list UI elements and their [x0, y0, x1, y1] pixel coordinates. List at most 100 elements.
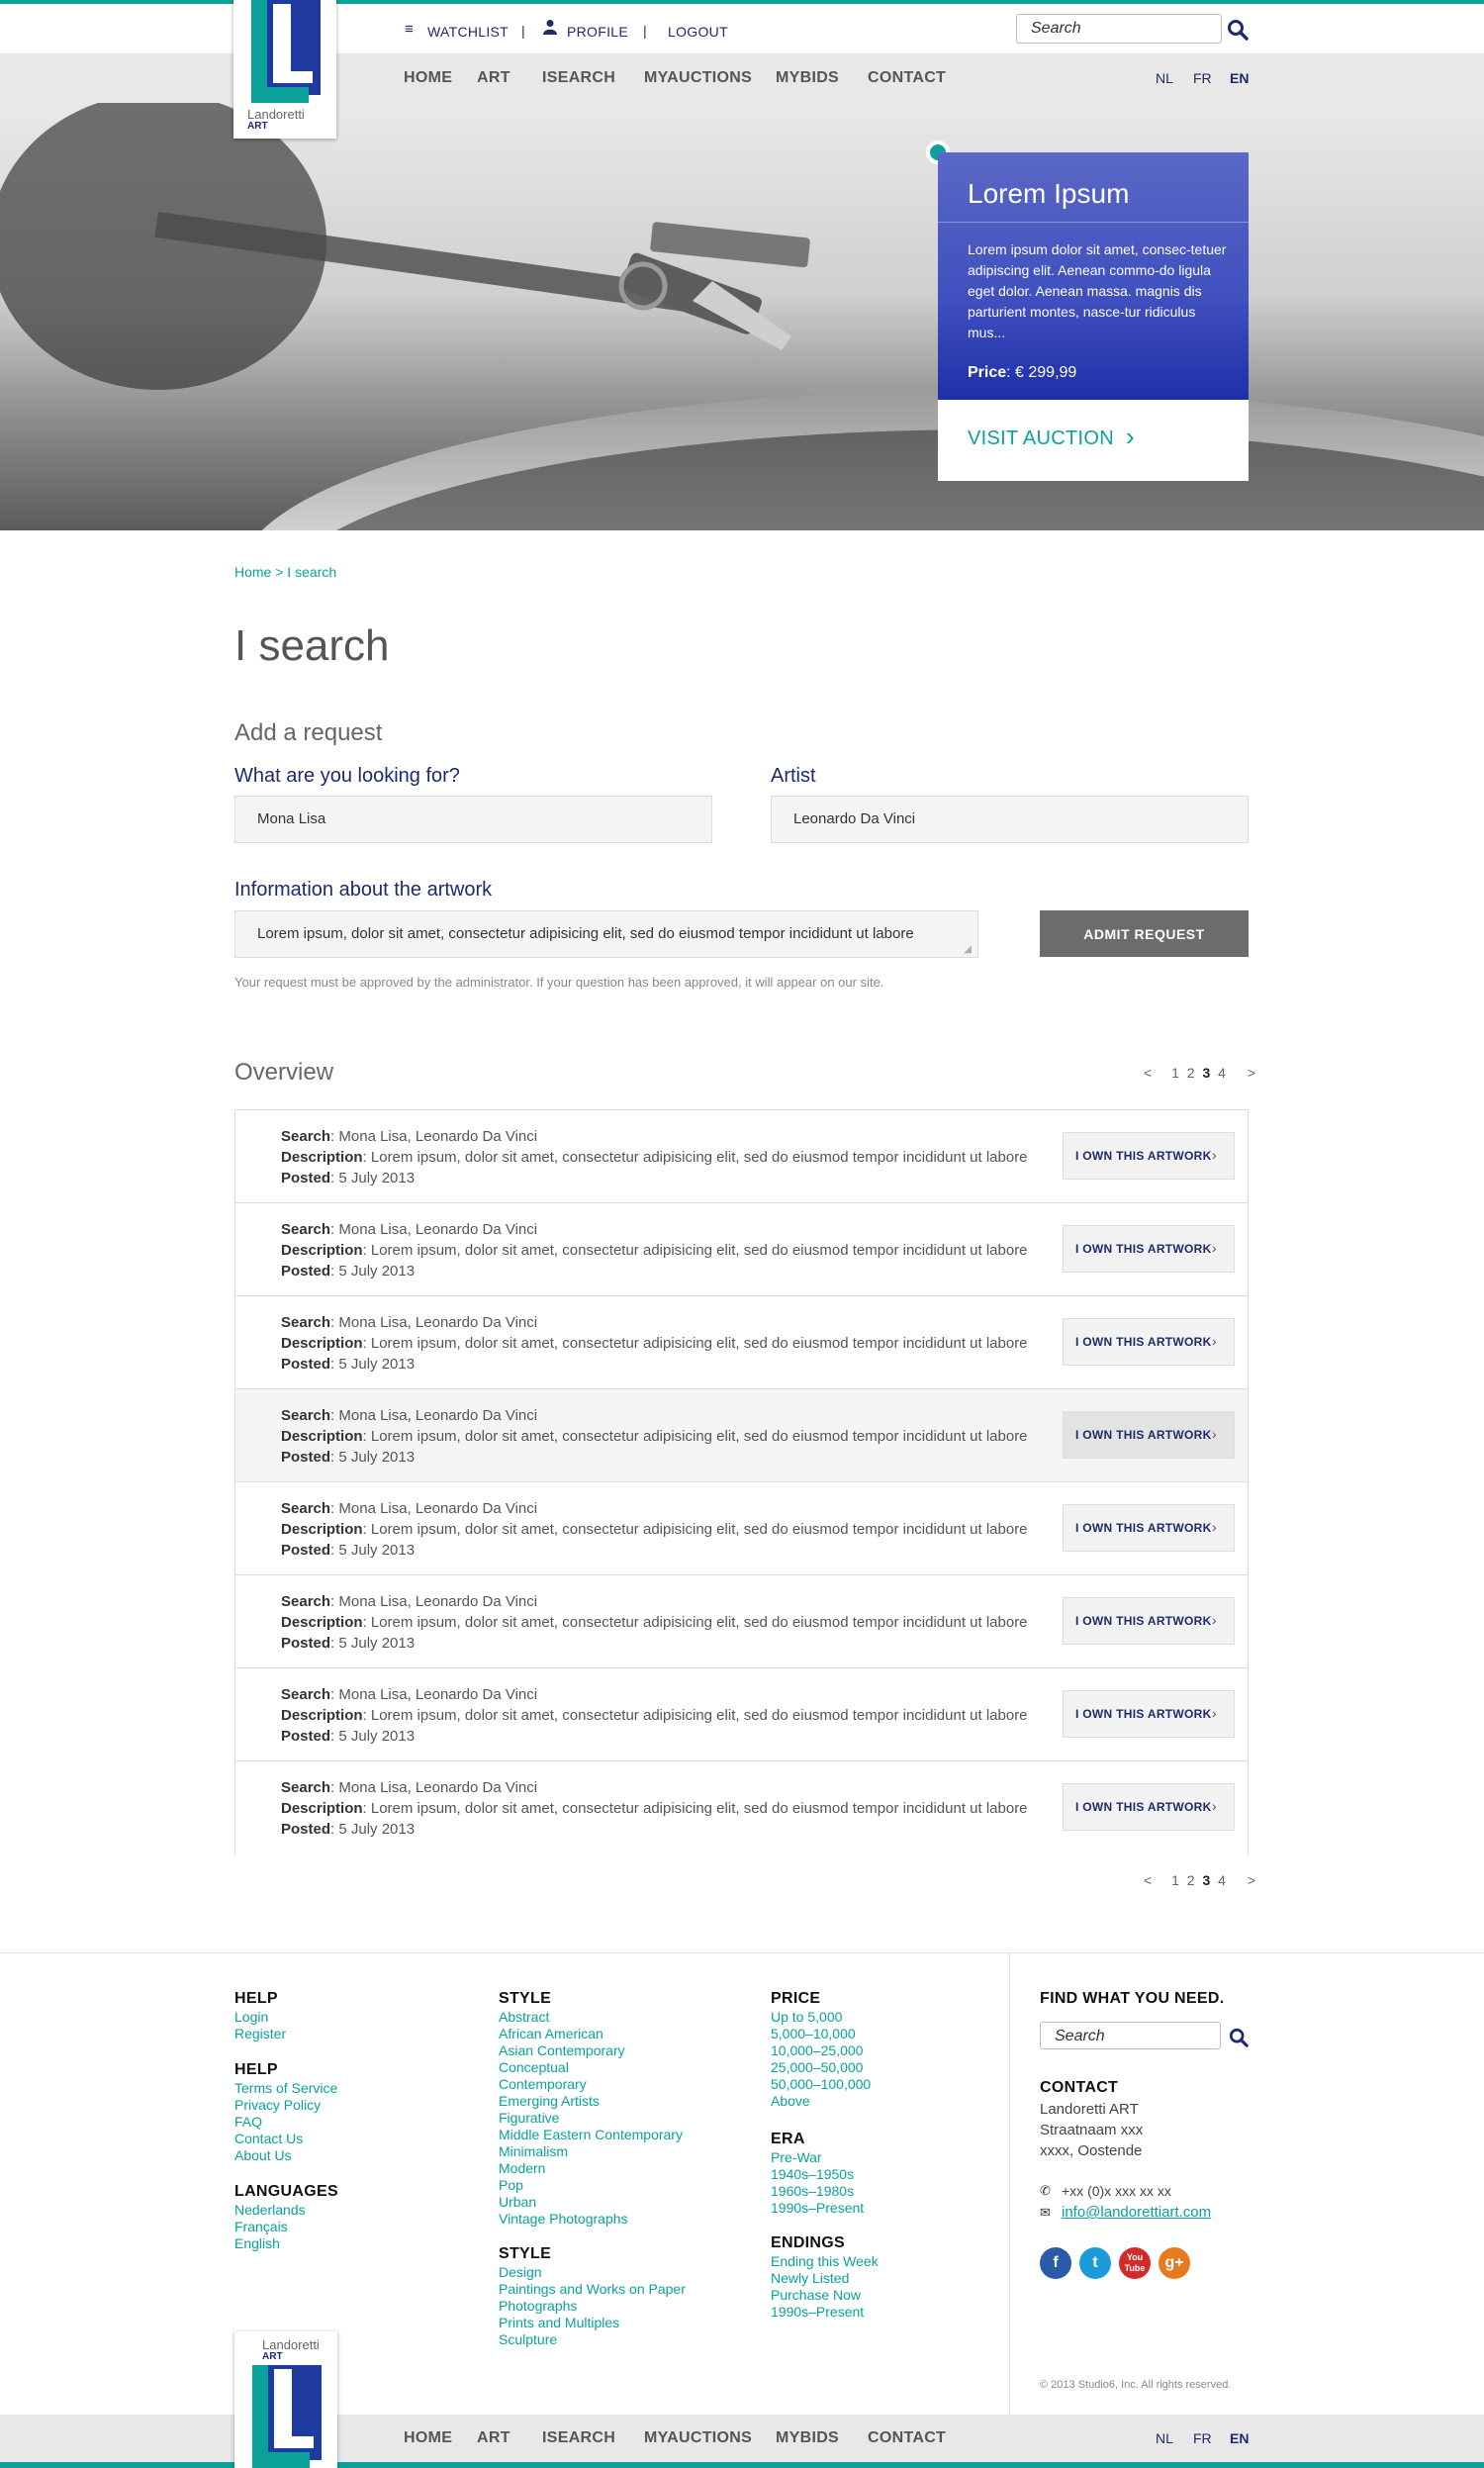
admit-request-button[interactable]: ADMIT REQUEST	[1040, 910, 1249, 957]
nav-isearch[interactable]: ISEARCH	[542, 2429, 615, 2447]
nav-home[interactable]: HOME	[404, 2429, 452, 2447]
footer-link[interactable]: 1960s–1980s	[771, 2183, 864, 2200]
pager-next[interactable]: >	[1248, 1065, 1255, 1081]
footer-link[interactable]: Emerging Artists	[499, 2093, 683, 2110]
twitter-icon[interactable]: t	[1079, 2247, 1111, 2279]
footer-link[interactable]: Figurative	[499, 2110, 683, 2127]
nav-art[interactable]: ART	[477, 69, 510, 87]
footer-link[interactable]: Abstract	[499, 2009, 683, 2026]
own-artwork-button[interactable]: I OWN THIS ARTWORK ›	[1063, 1318, 1235, 1366]
footer-link[interactable]: Contemporary	[499, 2076, 683, 2093]
footer-link[interactable]: Above	[771, 2093, 871, 2110]
pager-prev[interactable]: <	[1144, 1065, 1152, 1081]
nav-myauctions[interactable]: MYAUCTIONS	[644, 2429, 752, 2447]
pager-prev[interactable]: <	[1144, 1872, 1152, 1888]
footer-link[interactable]: Ending this Week	[771, 2253, 879, 2270]
footer-link[interactable]: 25,000–50,000	[771, 2059, 871, 2076]
footer-link[interactable]: Modern	[499, 2160, 683, 2177]
footer-link[interactable]: 5,000–10,000	[771, 2026, 871, 2042]
lang-en[interactable]: EN	[1230, 70, 1249, 86]
footer-link[interactable]: Newly Listed	[771, 2270, 879, 2287]
lang-nl[interactable]: NL	[1156, 70, 1173, 86]
artist-input[interactable]: Leonardo Da Vinci	[771, 796, 1249, 843]
own-artwork-button[interactable]: I OWN THIS ARTWORK ›	[1063, 1132, 1235, 1180]
youtube-icon[interactable]: You Tube	[1119, 2247, 1151, 2279]
facebook-icon[interactable]: f	[1040, 2247, 1071, 2279]
pager-page-1[interactable]: 1	[1171, 1872, 1179, 1888]
footer-link[interactable]: Purchase Now	[771, 2287, 879, 2304]
footer-link[interactable]: Nederlands	[234, 2202, 306, 2219]
own-artwork-button[interactable]: I OWN THIS ARTWORK ›	[1063, 1225, 1235, 1273]
visit-auction-button[interactable]: VISIT AUCTION ›	[938, 400, 1249, 481]
pager-page-1[interactable]: 1	[1171, 1065, 1179, 1081]
lang-en[interactable]: EN	[1230, 2430, 1249, 2446]
pager-page-3[interactable]: 3	[1202, 1065, 1210, 1081]
footer-link[interactable]: Urban	[499, 2194, 683, 2211]
logout-link[interactable]: LOGOUT	[668, 24, 728, 40]
nav-contact[interactable]: CONTACT	[868, 69, 946, 87]
own-artwork-button[interactable]: I OWN THIS ARTWORK ›	[1063, 1597, 1235, 1645]
footer-link[interactable]: Photographs	[499, 2298, 686, 2315]
footer-link[interactable]: English	[234, 2235, 306, 2252]
own-artwork-button[interactable]: I OWN THIS ARTWORK ›	[1063, 1690, 1235, 1738]
what-input[interactable]: Mona Lisa	[234, 796, 712, 843]
footer-link[interactable]: Asian Contemporary	[499, 2042, 683, 2059]
pager-page-4[interactable]: 4	[1218, 1065, 1226, 1081]
nav-home[interactable]: HOME	[404, 69, 452, 87]
footer-link[interactable]: 1940s–1950s	[771, 2166, 864, 2183]
lang-fr[interactable]: FR	[1193, 70, 1212, 86]
footer-link[interactable]: Prints and Multiples	[499, 2315, 686, 2331]
nav-art[interactable]: ART	[477, 2429, 510, 2447]
pager-page-2[interactable]: 2	[1187, 1872, 1195, 1888]
nav-myauctions[interactable]: MYAUCTIONS	[644, 69, 752, 87]
footer-link[interactable]: Vintage Photographs	[499, 2211, 683, 2228]
footer-link[interactable]: Login	[234, 2009, 286, 2026]
footer-link[interactable]: Sculpture	[499, 2331, 686, 2348]
info-textarea[interactable]: Lorem ipsum, dolor sit amet, consectetur…	[234, 910, 978, 958]
contact-email[interactable]: info@landorettiart.com	[1062, 2202, 1211, 2223]
nav-mybids[interactable]: MYBIDS	[776, 2429, 839, 2447]
watchlist-link[interactable]: WATCHLIST	[427, 24, 509, 40]
footer-link[interactable]: Design	[499, 2264, 686, 2281]
footer-link[interactable]: Pre-War	[771, 2149, 864, 2166]
pager-page-4[interactable]: 4	[1218, 1872, 1226, 1888]
footer-link[interactable]: Conceptual	[499, 2059, 683, 2076]
own-artwork-button[interactable]: I OWN THIS ARTWORK ›	[1063, 1783, 1235, 1831]
footer-link[interactable]: Terms of Service	[234, 2080, 337, 2097]
footer-link[interactable]: Privacy Policy	[234, 2097, 337, 2114]
pager-page-3[interactable]: 3	[1202, 1872, 1210, 1888]
footer-link[interactable]: Minimalism	[499, 2143, 683, 2160]
site-logo[interactable]: Landoretti ART	[233, 0, 336, 139]
footer-link[interactable]: About Us	[234, 2147, 337, 2164]
footer-link[interactable]: FAQ	[234, 2114, 337, 2131]
footer-link[interactable]: 1990s–Present	[771, 2304, 879, 2321]
footer-link[interactable]: 1990s–Present	[771, 2200, 864, 2217]
footer-logo[interactable]: Landoretti ART	[234, 2331, 337, 2468]
nav-isearch[interactable]: ISEARCH	[542, 69, 615, 87]
footer-link[interactable]: 10,000–25,000	[771, 2042, 871, 2059]
footer-link[interactable]: Paintings and Works on Paper	[499, 2281, 686, 2298]
own-artwork-button[interactable]: I OWN THIS ARTWORK ›	[1063, 1411, 1235, 1459]
footer-link[interactable]: African American	[499, 2026, 683, 2042]
googleplus-icon[interactable]: g+	[1159, 2247, 1190, 2279]
breadcrumb[interactable]: Home > I search	[234, 564, 336, 580]
pager-page-2[interactable]: 2	[1187, 1065, 1195, 1081]
profile-link[interactable]: PROFILE	[567, 24, 628, 40]
pager-next[interactable]: >	[1248, 1872, 1255, 1888]
lang-nl[interactable]: NL	[1156, 2430, 1173, 2446]
nav-mybids[interactable]: MYBIDS	[776, 69, 839, 87]
footer-link[interactable]: 50,000–100,000	[771, 2076, 871, 2093]
footer-link[interactable]: Up to 5,000	[771, 2009, 871, 2026]
nav-contact[interactable]: CONTACT	[868, 2429, 946, 2447]
footer-link[interactable]: Pop	[499, 2177, 683, 2194]
resize-handle-icon[interactable]: ◢	[964, 944, 972, 955]
footer-link[interactable]: Contact Us	[234, 2131, 337, 2147]
lang-fr[interactable]: FR	[1193, 2430, 1212, 2446]
footer-link[interactable]: Middle Eastern Contemporary	[499, 2127, 683, 2143]
footer-search-input[interactable]: Search	[1040, 2022, 1221, 2049]
search-icon[interactable]	[1227, 19, 1249, 41]
search-icon[interactable]	[1229, 2028, 1251, 2049]
search-input[interactable]: Search	[1016, 14, 1222, 44]
own-artwork-button[interactable]: I OWN THIS ARTWORK ›	[1063, 1504, 1235, 1552]
footer-link[interactable]: Register	[234, 2026, 286, 2042]
